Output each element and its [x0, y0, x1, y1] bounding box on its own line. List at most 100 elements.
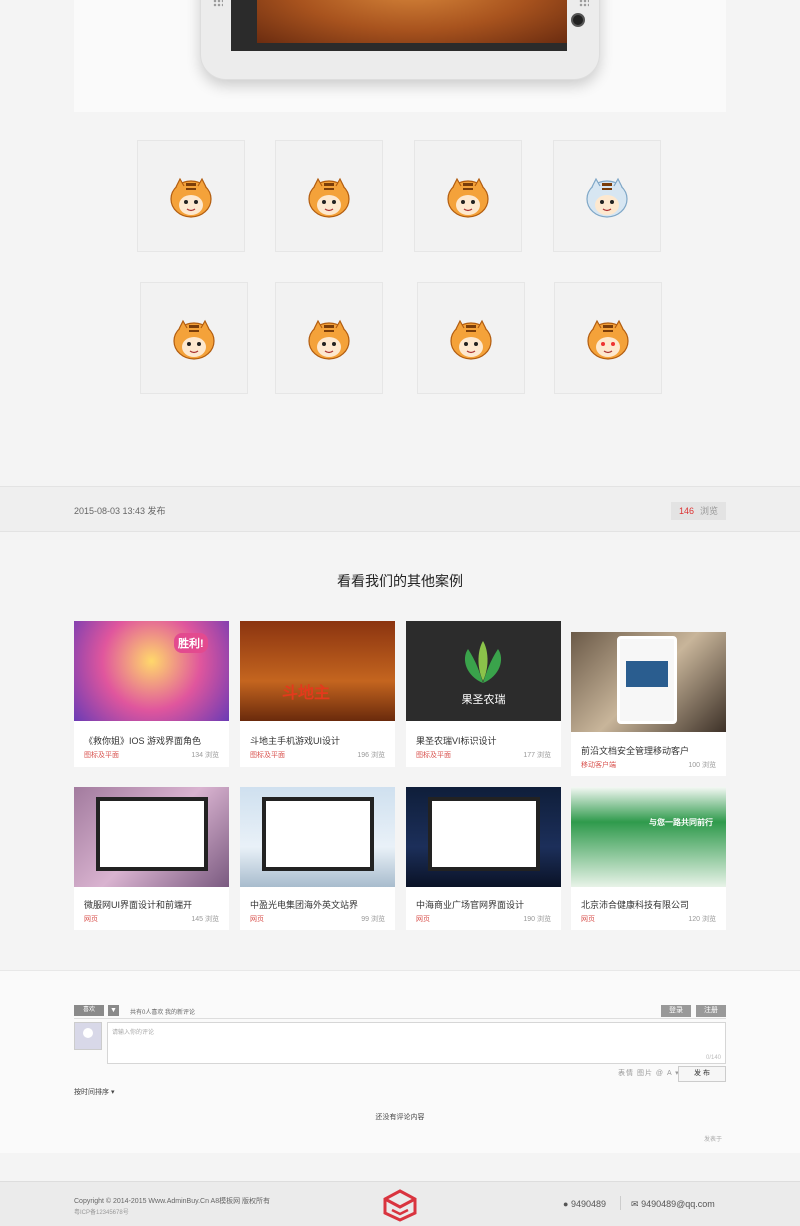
empty-comments-text: 还没有评论内容 [375, 1114, 425, 1121]
case-card[interactable]: 微服网UI界面设计和前端开 网页 145 浏览 [74, 787, 229, 930]
views-label: 浏览 [699, 506, 718, 516]
thumbnail-text: 果圣农瑞 [461, 694, 506, 706]
tiger-icon [447, 177, 489, 218]
phone-speaker-right [579, 0, 589, 7]
phone-mockup [200, 0, 600, 80]
emoji-toolbar[interactable]: 表情 图片 @ A ▾ [618, 1068, 680, 1078]
case-title[interactable]: 斗地主手机游戏UI设计 [250, 734, 340, 747]
case-category[interactable]: 图标及平面 [416, 750, 451, 760]
case-thumbnail[interactable]: 与您一路共同前行 [571, 787, 726, 887]
tiger-icon [587, 319, 629, 360]
tiger-sticker-crying [140, 282, 248, 394]
case-category[interactable]: 网页 [84, 914, 98, 924]
sort-dropdown[interactable]: 按时间排序 ▾ [74, 1087, 114, 1097]
screen-mockup [428, 797, 540, 871]
comments-divider [74, 1018, 726, 1019]
case-thumbnail[interactable] [571, 632, 726, 732]
case-thumbnail[interactable] [406, 787, 561, 887]
case-card[interactable]: 中海商业广场官网界面设计 网页 190 浏览 [406, 787, 561, 930]
thumbnail-text: 胜利! [174, 633, 208, 653]
case-title[interactable]: 果圣农瑞VI标识设计 [416, 734, 497, 747]
case-views: 100 浏览 [688, 762, 716, 769]
case-views: 177 浏览 [523, 752, 551, 759]
views-count: 146 [678, 506, 694, 516]
screen-mockup [262, 797, 374, 871]
case-card[interactable]: 胜利! 《救你姐》IOS 游戏界面角色 图标及平面 134 浏览 [74, 621, 229, 767]
case-thumbnail[interactable]: 果圣农瑞 [406, 621, 561, 721]
footer: Copyright © 2014-2015 Www.AdminBuy.Cn A8… [0, 1181, 800, 1226]
phone-camera [571, 13, 585, 27]
case-category[interactable]: 图标及平面 [84, 750, 119, 760]
login-button[interactable]: 登录 [661, 1005, 691, 1017]
dislike-button[interactable]: ▼ [108, 1005, 119, 1016]
related-section-title: 看看我们的其他案例 [337, 573, 463, 589]
case-card[interactable]: 斗地主斗地主手机游戏UI设计 图标及平面 196 浏览 [240, 621, 395, 767]
case-title[interactable]: 前沿文档安全管理移动客户 [581, 744, 689, 757]
icp-text[interactable]: 粤ICP备12345678号 [74, 1207, 129, 1216]
tiger-sticker-rich [275, 282, 383, 394]
case-category[interactable]: 图标及平面 [250, 750, 285, 760]
qq-number: 9490489 [570, 1199, 606, 1209]
qq-contact[interactable]: ● 9490489 [563, 1199, 606, 1209]
avatar [74, 1022, 102, 1050]
case-title[interactable]: 中盈光电集团海外英文站界 [250, 898, 358, 911]
register-button[interactable]: 注册 [696, 1005, 726, 1017]
case-thumbnail[interactable] [74, 787, 229, 887]
case-views: 196 浏览 [357, 752, 385, 759]
case-card[interactable]: 与您一路共同前行北京沛合健康科技有限公司 网页 120 浏览 [571, 787, 726, 930]
case-card[interactable]: 前沿文档安全管理移动客户 移动客户端 100 浏览 [571, 632, 726, 776]
tablet-mockup [617, 636, 677, 724]
case-title[interactable]: 中海商业广场官网界面设计 [416, 898, 524, 911]
case-card[interactable]: 中盈光电集团海外英文站界 网页 99 浏览 [240, 787, 395, 930]
site-logo-icon[interactable] [382, 1188, 418, 1222]
case-thumbnail[interactable] [240, 787, 395, 887]
case-views: 145 浏览 [191, 916, 219, 923]
tiger-icon [586, 177, 628, 218]
case-card[interactable]: 果圣农瑞果圣农瑞VI标识设计 图标及平面 177 浏览 [406, 621, 561, 767]
case-thumbnail[interactable]: 斗地主 [240, 621, 395, 721]
comments-section: 喜欢 ▼ 共有0人喜欢 我的新评论 登录 注册 请输入你的评论 0/140 表情… [0, 970, 800, 1153]
powered-by[interactable]: 发表于 [704, 1134, 722, 1143]
comment-placeholder: 请输入你的评论 [112, 1030, 155, 1036]
tiger-sticker-eating [275, 140, 383, 252]
email-contact[interactable]: ✉ 9490489@qq.com [631, 1199, 715, 1210]
case-title[interactable]: 微服网UI界面设计和前端开 [84, 898, 192, 911]
hero-image [74, 0, 726, 112]
case-views: 120 浏览 [688, 916, 716, 923]
thumbnail-text: 与您一路共同前行 [649, 818, 713, 827]
case-category[interactable]: 网页 [250, 914, 264, 924]
mail-icon: ✉ [631, 1199, 639, 1209]
case-category[interactable]: 网页 [581, 914, 595, 924]
phone-screen [231, 0, 567, 51]
tiger-sticker-sad [553, 140, 661, 252]
screen-mockup [96, 797, 208, 871]
like-button[interactable]: 喜欢 [74, 1005, 104, 1016]
phone-speaker-left [213, 0, 223, 7]
tiger-icon [308, 319, 350, 360]
case-category[interactable]: 网页 [416, 914, 430, 924]
views-badge: 146 浏览 [670, 502, 726, 520]
comment-input[interactable]: 请输入你的评论 0/140 [107, 1022, 726, 1064]
qq-icon: ● [563, 1199, 569, 1209]
case-thumbnail[interactable]: 胜利! [74, 621, 229, 721]
case-views: 99 浏览 [361, 916, 385, 923]
tiger-icon [170, 177, 212, 218]
email-address: 9490489@qq.com [641, 1199, 715, 1209]
copyright-text: Copyright © 2014-2015 Www.AdminBuy.Cn A8… [74, 1198, 271, 1205]
tiger-sticker-shy [137, 140, 245, 252]
contact-divider [620, 1196, 621, 1210]
game-screen [257, 0, 567, 43]
tiger-icon [308, 177, 350, 218]
tiger-sticker-bored [414, 140, 522, 252]
tiger-icon [173, 319, 215, 360]
case-title[interactable]: 北京沛合健康科技有限公司 [581, 898, 689, 911]
case-views: 190 浏览 [523, 916, 551, 923]
tiger-sticker-love [554, 282, 662, 394]
case-title[interactable]: 《救你姐》IOS 游戏界面角色 [84, 734, 201, 747]
case-category[interactable]: 移动客户端 [581, 760, 616, 770]
article-meta-bar: 2015-08-03 13:43 发布 146 浏览 [0, 486, 800, 532]
publish-date: 2015-08-03 13:43 发布 [74, 506, 166, 516]
post-button[interactable]: 发 布 [678, 1066, 726, 1082]
tiger-icon [450, 319, 492, 360]
like-summary: 共有0人喜欢 我的新评论 [130, 1010, 196, 1016]
